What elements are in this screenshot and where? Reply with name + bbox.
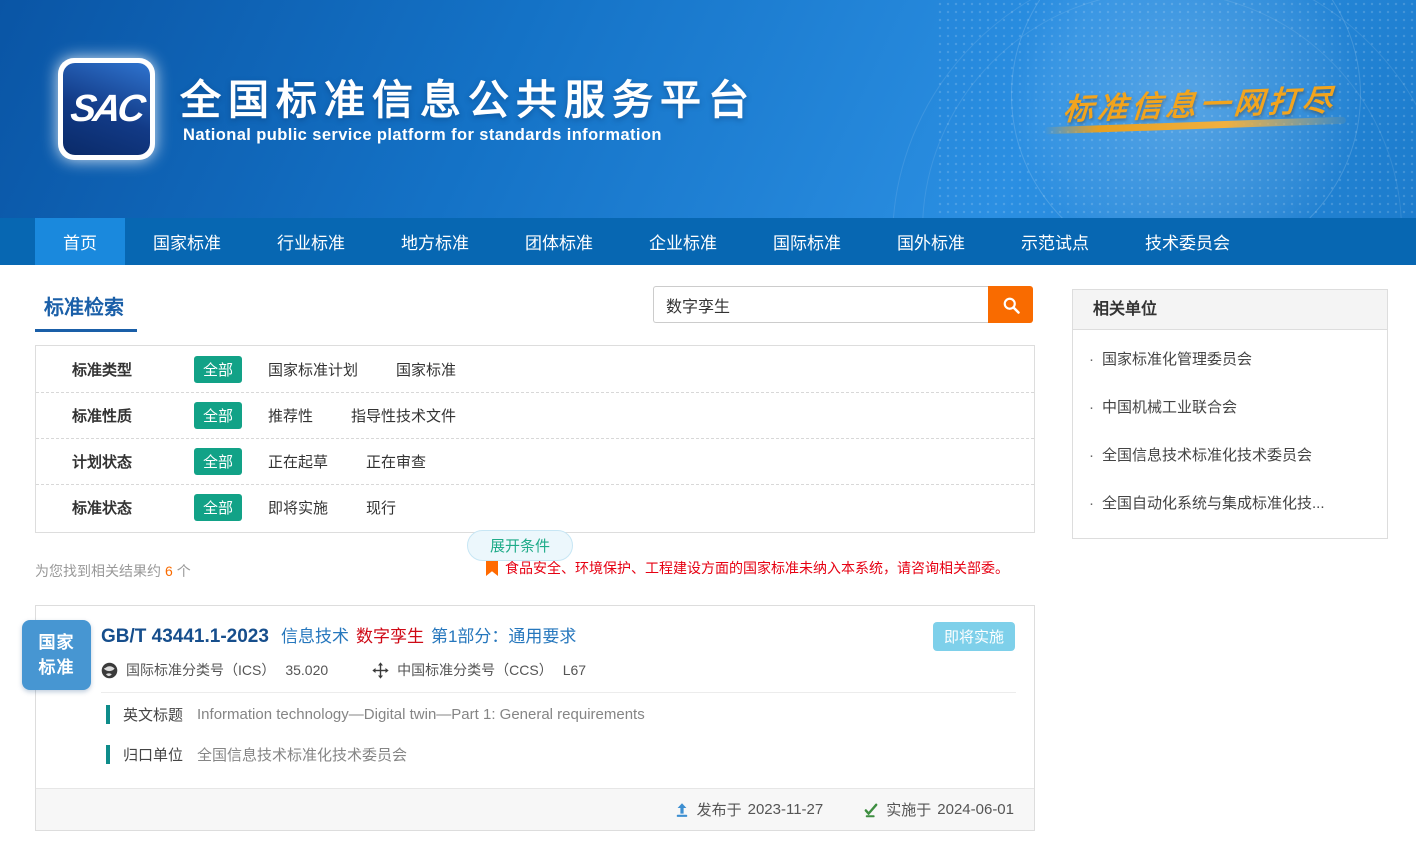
search-button[interactable] — [988, 286, 1033, 323]
nav-tab-technical-committees[interactable]: 技术委员会 — [1117, 218, 1258, 265]
bookmark-icon — [486, 560, 498, 576]
published-date-group: 发布于 2023-11-27 — [674, 799, 824, 820]
field-label: 归口单位 — [123, 744, 183, 765]
notice-text: 食品安全、环境保护、工程建设方面的国家标准未纳入本系统，请咨询相关部委。 — [505, 558, 1009, 578]
result-count-suffix: 个 — [177, 563, 191, 579]
site-subtitle: National public service platform for sta… — [183, 126, 662, 145]
sidebar-list: 国家标准化管理委员会 中国机械工业联合会 全国信息技术标准化技术委员会 全国自动… — [1073, 330, 1387, 538]
nav-tab-pilot-programs[interactable]: 示范试点 — [993, 218, 1117, 265]
badge-line-2: 标准 — [39, 655, 75, 680]
ics-label: 国际标准分类号（ICS） — [126, 660, 275, 680]
result-count-prefix: 为您找到相关结果约 — [35, 563, 161, 579]
publish-upload-icon — [674, 802, 690, 818]
sidebar-item-automation-committee[interactable]: 全国自动化系统与集成标准化技... — [1073, 480, 1387, 528]
globe-icon — [101, 662, 118, 679]
filter-label: 标准性质 — [72, 405, 194, 426]
standard-title-link[interactable]: GB/T 43441.1-2023 信息技术数字孪生第1部分：通用要求 — [101, 622, 576, 648]
filter-all-button[interactable]: 全部 — [194, 448, 242, 475]
filter-row-standard-status: 标准状态 全部 即将实施 现行 — [36, 484, 1034, 530]
filter-row-standard-type: 标准类型 全部 国家标准计划 国家标准 — [36, 346, 1034, 392]
ccs-value: L67 — [563, 662, 586, 678]
published-date: 2023-11-27 — [748, 801, 824, 818]
system-notice: 食品安全、环境保护、工程建设方面的国家标准未纳入本系统，请咨询相关部委。 — [486, 558, 1009, 578]
title-segment: 第1部分：通用要求 — [431, 627, 576, 646]
site-title: 全国标准信息公共服务平台 — [180, 66, 756, 126]
filter-all-button[interactable]: 全部 — [194, 356, 242, 383]
standard-code: GB/T 43441.1-2023 — [101, 626, 269, 647]
nav-tab-home[interactable]: 首页 — [35, 218, 125, 265]
sac-logo[interactable]: SAC — [58, 58, 155, 160]
page: SAC 全国标准信息公共服务平台 National public service… — [0, 0, 1416, 845]
filter-option[interactable]: 推荐性 — [268, 405, 313, 426]
ccs-label: 中国标准分类号（CCS） — [397, 660, 553, 680]
filter-label: 计划状态 — [72, 451, 194, 472]
nav-tab-foreign-standards[interactable]: 国外标准 — [869, 218, 993, 265]
published-label: 发布于 — [697, 799, 742, 820]
search-input[interactable] — [653, 286, 988, 323]
filter-panel: 标准类型 全部 国家标准计划 国家标准 标准性质 全部 推荐性 指导性技术文件 … — [35, 345, 1035, 533]
nav-tab-industry-standards[interactable]: 行业标准 — [249, 218, 373, 265]
card-divider — [101, 692, 1016, 693]
filter-option[interactable]: 国家标准计划 — [268, 359, 358, 380]
result-count-number: 6 — [165, 563, 173, 579]
filter-all-button[interactable]: 全部 — [194, 494, 242, 521]
card-footer: 发布于 2023-11-27 实施于 2024-06-01 — [36, 788, 1034, 830]
sidebar-title: 相关单位 — [1073, 290, 1387, 330]
nav-tab-local-standards[interactable]: 地方标准 — [373, 218, 497, 265]
field-value: 全国信息技术标准化技术委员会 — [197, 744, 407, 765]
ccs-classification: 中国标准分类号（CCS） L67 — [372, 660, 586, 680]
ics-classification: 国际标准分类号（ICS） 35.020 — [101, 660, 328, 680]
nav-tab-enterprise-standards[interactable]: 企业标准 — [621, 218, 745, 265]
implemented-date-group: 实施于 2024-06-01 — [863, 799, 1014, 820]
result-count: 为您找到相关结果约6个 — [35, 561, 191, 581]
filter-option[interactable]: 现行 — [366, 497, 396, 518]
expand-conditions-button[interactable]: 展开条件 — [467, 530, 573, 561]
field-bar-decoration — [106, 705, 110, 724]
magnifier-icon — [1001, 295, 1021, 315]
sac-logo-text: SAC — [68, 88, 145, 131]
implement-check-icon — [863, 802, 879, 818]
filter-option[interactable]: 即将实施 — [268, 497, 328, 518]
committee-field: 归口单位 全国信息技术标准化技术委员会 — [106, 744, 407, 765]
nav-tab-international-standards[interactable]: 国际标准 — [745, 218, 869, 265]
filter-label: 标准类型 — [72, 359, 194, 380]
english-title-field: 英文标题 Information technology—Digital twin… — [106, 704, 645, 725]
search-section-title[interactable]: 标准检索 — [44, 291, 124, 320]
sac-logo-inner: SAC — [63, 63, 150, 155]
related-organizations-panel: 相关单位 国家标准化管理委员会 中国机械工业联合会 全国信息技术标准化技术委员会… — [1072, 289, 1388, 539]
classification-row: 国际标准分类号（ICS） 35.020 — [101, 660, 630, 680]
filter-option[interactable]: 正在审查 — [366, 451, 426, 472]
implemented-date: 2024-06-01 — [937, 801, 1014, 818]
sidebar-item-machinery-federation[interactable]: 中国机械工业联合会 — [1073, 384, 1387, 432]
sidebar-item-it-standards-committee[interactable]: 全国信息技术标准化技术委员会 — [1073, 432, 1387, 480]
filter-row-standard-nature: 标准性质 全部 推荐性 指导性技术文件 — [36, 392, 1034, 438]
site-header: SAC 全国标准信息公共服务平台 National public service… — [0, 0, 1416, 218]
badge-line-1: 国家 — [39, 630, 75, 655]
sidebar-item-sac[interactable]: 国家标准化管理委员会 — [1073, 336, 1387, 384]
filter-option[interactable]: 正在起草 — [268, 451, 328, 472]
status-badge: 即将实施 — [933, 622, 1015, 651]
standard-result-card: 国家 标准 GB/T 43441.1-2023 信息技术数字孪生第1部分：通用要求… — [35, 605, 1035, 831]
filter-row-plan-status: 计划状态 全部 正在起草 正在审查 — [36, 438, 1034, 484]
filter-option[interactable]: 国家标准 — [396, 359, 456, 380]
standard-type-badge: 国家 标准 — [22, 620, 91, 690]
compass-move-icon — [372, 662, 389, 679]
field-bar-decoration — [106, 745, 110, 764]
title-highlight: 数字孪生 — [356, 627, 424, 646]
field-value: Information technology—Digital twin—Part… — [197, 706, 645, 723]
search-box — [653, 286, 1033, 323]
field-label: 英文标题 — [123, 704, 183, 725]
filter-option[interactable]: 指导性技术文件 — [351, 405, 456, 426]
main-nav: 首页 国家标准 行业标准 地方标准 团体标准 企业标准 国际标准 国外标准 示范… — [0, 218, 1416, 265]
title-segment: 信息技术 — [281, 627, 349, 646]
implemented-label: 实施于 — [886, 799, 931, 820]
nav-tab-national-standards[interactable]: 国家标准 — [125, 218, 249, 265]
section-title-underline — [35, 329, 137, 332]
filter-all-button[interactable]: 全部 — [194, 402, 242, 429]
nav-tab-group-standards[interactable]: 团体标准 — [497, 218, 621, 265]
ics-value: 35.020 — [285, 662, 328, 678]
filter-label: 标准状态 — [72, 497, 194, 518]
